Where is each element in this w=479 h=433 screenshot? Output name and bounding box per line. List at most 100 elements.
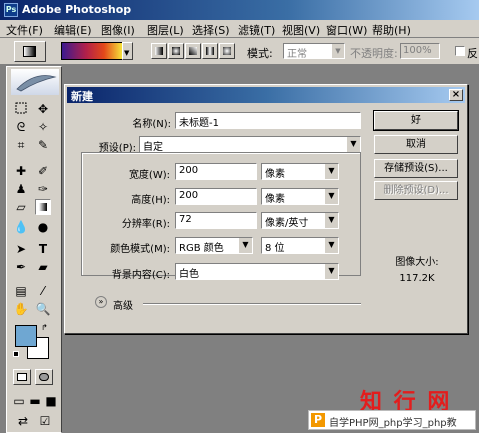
menu-help[interactable]: 帮助(H) <box>372 22 411 38</box>
menu-image[interactable]: 图像(I) <box>101 22 135 38</box>
name-value: 未标题-1 <box>179 118 219 129</box>
expand-advanced-icon[interactable]: » <box>95 296 107 308</box>
opacity-field[interactable]: 100% <box>400 43 440 59</box>
blur-tool-icon[interactable]: 💧 <box>13 219 29 235</box>
slice-tool-icon[interactable]: ✎ <box>35 137 51 153</box>
background-contents-value: 白色 <box>179 269 199 280</box>
eraser-tool-icon[interactable]: ▱ <box>13 199 29 215</box>
ok-button[interactable]: 好 <box>373 110 459 131</box>
app-title: Adobe Photoshop <box>22 3 132 16</box>
pen-tool-icon[interactable]: ✒ <box>13 259 29 275</box>
quick-mask-button[interactable] <box>35 369 53 385</box>
opacity-value: 100% <box>403 45 432 56</box>
background-contents-select[interactable]: 白色 ▼ <box>175 263 339 280</box>
tool-preset-button[interactable] <box>14 41 46 62</box>
feather-logo-icon[interactable] <box>11 69 59 95</box>
mode-select[interactable]: 正常 ▼ <box>283 43 345 60</box>
lasso-tool-icon[interactable]: ᘓ <box>13 119 29 135</box>
height-input[interactable]: 200 <box>175 188 257 205</box>
swap-colors-icon[interactable]: ↱ <box>41 323 48 332</box>
chevron-down-icon: ▼ <box>324 164 338 179</box>
advanced-divider <box>143 303 361 305</box>
mode-label: 模式: <box>247 47 273 60</box>
reverse-checkbox[interactable] <box>455 46 465 56</box>
type-tool-icon[interactable]: T <box>35 241 51 257</box>
chevron-down-icon: ▼ <box>238 238 252 253</box>
preset-select[interactable]: 自定 ▼ <box>139 136 361 153</box>
linear-gradient-button[interactable] <box>151 43 167 59</box>
menu-window[interactable]: 窗口(W) <box>326 22 367 38</box>
cancel-button[interactable]: 取消 <box>374 135 458 154</box>
mode-value: 正常 <box>287 49 307 60</box>
color-mode-label: 颜色模式(M): <box>110 244 170 255</box>
marquee-tool-icon[interactable] <box>13 101 29 117</box>
gradient-picker-swatch[interactable] <box>61 42 123 60</box>
notes-tool-icon[interactable]: ▤ <box>13 283 29 299</box>
app-title-bar: Ps Adobe Photoshop <box>0 0 479 20</box>
image-size-label: 图像大小: <box>395 257 439 268</box>
resolution-unit-select[interactable]: 像素/英寸 ▼ <box>261 212 339 229</box>
chevron-down-icon: ▼ <box>324 213 338 228</box>
diamond-gradient-button[interactable] <box>219 43 235 59</box>
toolbox-panel: ✥ ᘓ ✧ ⌗ ✎ ✚ ✐ ♟ ✑ ▱ 💧 ● ➤ T ✒ ▰ ▤ ⁄ ✋ 🔍 … <box>6 66 62 433</box>
history-brush-tool-icon[interactable]: ✑ <box>35 181 51 197</box>
advanced-label[interactable]: 高级 <box>113 297 133 312</box>
delete-preset-button: 删除预设(D)... <box>374 181 458 200</box>
radial-gradient-button[interactable] <box>168 43 184 59</box>
reverse-label: 反向 <box>467 47 479 60</box>
width-label: 宽度(W): <box>128 170 170 181</box>
shape-tool-icon[interactable]: ▰ <box>35 259 51 275</box>
menu-filter[interactable]: 滤镜(T) <box>238 22 275 38</box>
color-mode-value: RGB 颜色 <box>179 243 224 254</box>
menu-file[interactable]: 文件(F) <box>6 22 43 38</box>
width-input[interactable]: 200 <box>175 163 257 180</box>
bit-depth-value: 8 位 <box>265 243 285 254</box>
width-value: 200 <box>179 165 199 176</box>
radial-gradient-icon <box>172 47 180 55</box>
diamond-gradient-icon <box>223 47 231 55</box>
gradient-tool-icon[interactable] <box>35 199 51 215</box>
screen-mode-standard-icon[interactable]: ▭ <box>11 393 27 409</box>
quick-mask-icon <box>39 373 49 381</box>
gradient-dropdown-arrow[interactable]: ▼ <box>122 42 133 60</box>
menu-edit[interactable]: 编辑(E) <box>54 22 92 38</box>
bit-depth-select[interactable]: 8 位 ▼ <box>261 237 339 254</box>
screen-mode-full-icon[interactable]: ■ <box>43 393 59 409</box>
chevron-down-icon: ▼ <box>324 264 338 279</box>
jump-to-imageready-icon[interactable]: ☑ <box>37 413 53 429</box>
move-tool-icon[interactable]: ✥ <box>35 101 51 117</box>
angle-gradient-button[interactable] <box>185 43 201 59</box>
chevron-down-icon: ▼ <box>324 238 338 253</box>
imageready-icon[interactable]: ⇄ <box>15 413 31 429</box>
dodge-tool-icon[interactable]: ● <box>35 219 51 235</box>
screen-mode-full-menu-icon[interactable]: ▬ <box>27 393 43 409</box>
name-input[interactable]: 未标题-1 <box>175 112 361 129</box>
default-colors-icon[interactable] <box>13 351 22 360</box>
menu-select[interactable]: 选择(S) <box>192 22 230 38</box>
brush-tool-icon[interactable]: ✐ <box>35 163 51 179</box>
crop-tool-icon[interactable]: ⌗ <box>13 137 29 153</box>
reflected-gradient-icon <box>206 47 214 55</box>
reflected-gradient-button[interactable] <box>202 43 218 59</box>
color-mode-select[interactable]: RGB 颜色 ▼ <box>175 237 253 254</box>
height-label: 高度(H): <box>131 195 170 206</box>
opacity-label: 不透明度: <box>350 47 398 60</box>
save-preset-button[interactable]: 存储预设(S)... <box>374 159 458 178</box>
dialog-title: 新建 <box>71 90 93 103</box>
eyedropper-tool-icon[interactable]: ⁄ <box>35 283 51 299</box>
hand-tool-icon[interactable]: ✋ <box>13 301 29 317</box>
zoom-tool-icon[interactable]: 🔍 <box>35 301 51 317</box>
clone-stamp-tool-icon[interactable]: ♟ <box>13 181 29 197</box>
magic-wand-tool-icon[interactable]: ✧ <box>35 119 51 135</box>
width-unit-select[interactable]: 像素 ▼ <box>261 163 339 180</box>
healing-brush-tool-icon[interactable]: ✚ <box>13 163 29 179</box>
close-icon[interactable]: × <box>449 89 463 101</box>
path-selection-tool-icon[interactable]: ➤ <box>13 241 29 257</box>
resolution-input[interactable]: 72 <box>175 212 257 229</box>
menu-layer[interactable]: 图层(L) <box>147 22 184 38</box>
menu-view[interactable]: 视图(V) <box>282 22 320 38</box>
height-unit-value: 像素 <box>265 194 285 205</box>
standard-mode-button[interactable] <box>13 369 31 385</box>
height-unit-select[interactable]: 像素 ▼ <box>261 188 339 205</box>
foreground-color-swatch[interactable] <box>15 325 37 347</box>
